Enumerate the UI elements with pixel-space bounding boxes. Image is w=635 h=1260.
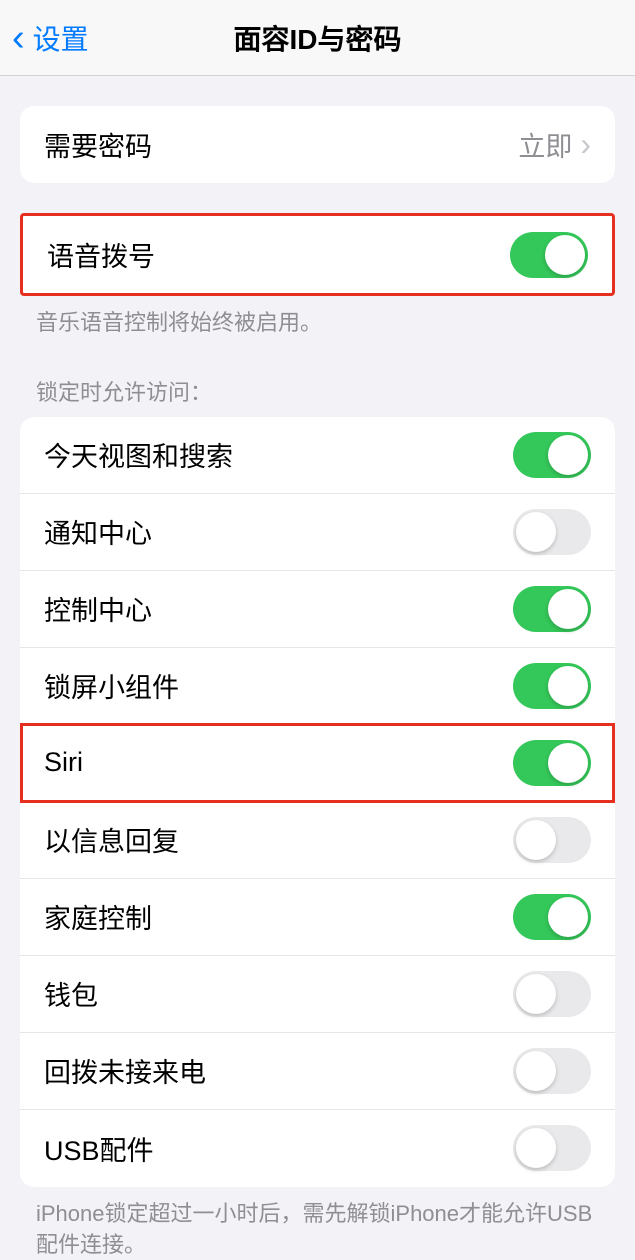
lock-row-toggle[interactable]	[513, 894, 591, 940]
toggle-knob	[545, 235, 585, 275]
toggle-knob	[548, 666, 588, 706]
back-label: 设置	[33, 18, 89, 58]
lock-row: 家庭控制	[20, 879, 615, 956]
lock-section-header: 锁定时允许访问：	[0, 339, 635, 417]
lock-section-footer: iPhone锁定超过一小时后，需先解锁iPhone才能允许USB配件连接。	[0, 1187, 635, 1260]
chevron-left-icon: ‹	[12, 19, 25, 57]
toggle-knob	[548, 897, 588, 937]
lock-row-toggle[interactable]	[513, 432, 591, 478]
chevron-right-icon: ›	[580, 126, 591, 163]
toggle-knob	[548, 589, 588, 629]
lock-row: 回拨未接来电	[20, 1033, 615, 1110]
toggle-knob	[548, 743, 588, 783]
lock-row-label: 通知中心	[44, 512, 152, 551]
lock-row-toggle[interactable]	[513, 740, 591, 786]
lock-row: 以信息回复	[20, 802, 615, 879]
toggle-knob	[516, 974, 556, 1014]
nav-header: ‹ 设置 面容ID与密码	[0, 0, 635, 76]
lock-row-toggle[interactable]	[513, 586, 591, 632]
lock-row-label: 回拨未接来电	[44, 1051, 206, 1090]
lock-row: Siri	[20, 725, 615, 802]
lock-row-toggle[interactable]	[513, 663, 591, 709]
lock-row-toggle[interactable]	[513, 1125, 591, 1171]
page-title: 面容ID与密码	[233, 18, 401, 58]
lock-row-toggle[interactable]	[513, 509, 591, 555]
lock-row-label: 锁屏小组件	[44, 666, 179, 705]
require-passcode-group: 需要密码 立即 ›	[20, 106, 615, 183]
require-passcode-label: 需要密码	[44, 125, 152, 164]
lock-row: 锁屏小组件	[20, 648, 615, 725]
lock-row-label: 今天视图和搜索	[44, 435, 233, 474]
require-passcode-value: 立即	[518, 125, 572, 164]
toggle-knob	[516, 1128, 556, 1168]
voice-dial-row: 语音拨号	[23, 216, 612, 293]
lock-row-label: 钱包	[44, 974, 98, 1013]
lock-row-label: Siri	[44, 747, 83, 778]
toggle-knob	[516, 512, 556, 552]
back-button[interactable]: ‹ 设置	[0, 18, 89, 58]
voice-dial-footer: 音乐语音控制将始终被启用。	[0, 296, 635, 339]
toggle-knob	[516, 820, 556, 860]
voice-dial-label: 语音拨号	[47, 235, 155, 274]
lock-row-label: 家庭控制	[44, 897, 152, 936]
lock-row-label: 控制中心	[44, 589, 152, 628]
voice-dial-toggle[interactable]	[510, 232, 588, 278]
lock-row: 通知中心	[20, 494, 615, 571]
lock-row-label: USB配件	[44, 1129, 154, 1168]
lock-access-group: 今天视图和搜索通知中心控制中心锁屏小组件 Siri 以信息回复家庭控制钱包回拨未接来…	[20, 417, 615, 1187]
lock-row-label: 以信息回复	[44, 820, 179, 859]
voice-dial-group: 语音拨号	[20, 213, 615, 296]
toggle-knob	[516, 1051, 556, 1091]
lock-row: 今天视图和搜索	[20, 417, 615, 494]
require-passcode-row[interactable]: 需要密码 立即 ›	[20, 106, 615, 183]
lock-row: 控制中心	[20, 571, 615, 648]
lock-row-toggle[interactable]	[513, 1048, 591, 1094]
lock-row-toggle[interactable]	[513, 971, 591, 1017]
lock-row-toggle[interactable]	[513, 817, 591, 863]
lock-row: 钱包	[20, 956, 615, 1033]
lock-row: USB配件	[20, 1110, 615, 1187]
toggle-knob	[548, 435, 588, 475]
